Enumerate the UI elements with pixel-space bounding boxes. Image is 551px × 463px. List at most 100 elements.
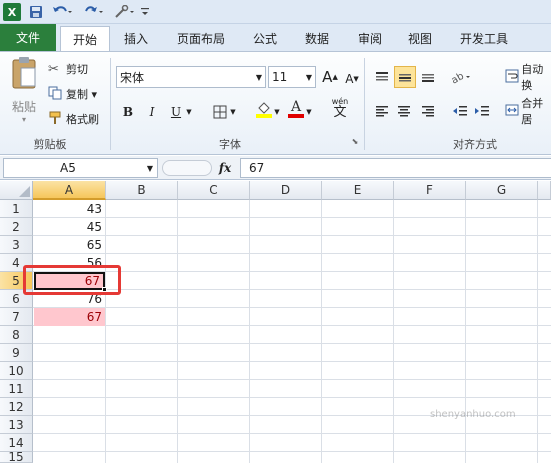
column-header-c[interactable]: C (178, 181, 250, 200)
column-header-d[interactable]: D (250, 181, 322, 200)
cut-button[interactable]: ✂ 剪切 (48, 60, 88, 78)
customize-icon[interactable] (140, 3, 150, 21)
formula-value: 67 (249, 161, 265, 175)
row-header-9[interactable]: 9 (0, 344, 33, 362)
tab-insert[interactable]: 插入 (116, 26, 156, 51)
formula-input[interactable]: 67 (240, 158, 551, 178)
copy-button[interactable]: 复制 ▾ (48, 85, 97, 103)
worksheet-grid[interactable]: A B C D E F G 1 2 3 4 5 6 7 8 9 10 11 12… (0, 181, 551, 463)
fill-color-icon[interactable] (254, 100, 274, 120)
cell-a3[interactable]: 65 (34, 236, 105, 254)
cell-a2[interactable]: 45 (34, 218, 105, 236)
font-size-dropdown[interactable]: 11 ▼ (268, 66, 316, 88)
formula-bar: A5 ▼ fx 67 (0, 156, 551, 180)
column-header-b[interactable]: B (106, 181, 178, 200)
merge-center-button[interactable]: 合并居 (505, 97, 551, 126)
format-painter-button[interactable]: 格式刷 (48, 110, 99, 128)
cut-label: 剪切 (66, 63, 88, 76)
excel-app-icon[interactable]: X (3, 3, 21, 21)
row-header-12[interactable]: 12 (0, 398, 33, 416)
formula-bar-splitter[interactable] (162, 160, 212, 176)
wrap-text-button[interactable]: 自动换 (505, 63, 551, 92)
tab-developer[interactable]: 开发工具 (453, 26, 515, 51)
row-header-3[interactable]: 3 (0, 236, 33, 254)
underline-button[interactable]: U (166, 102, 186, 122)
quick-access-toolbar: X (0, 0, 551, 24)
ribbon: 粘贴 ▾ ✂ 剪切 复制 ▾ 格式刷 剪贴板 宋体 ▼ 11 ▼ A ▲ A ▼ B… (0, 51, 551, 155)
undo-icon[interactable] (50, 3, 74, 21)
orientation-icon[interactable]: ab (448, 67, 474, 87)
row-header-1[interactable]: 1 (0, 200, 33, 218)
paste-icon (12, 57, 36, 89)
name-box[interactable]: A5 ▼ (3, 158, 158, 178)
tab-file[interactable]: 文件 (0, 24, 56, 51)
borders-icon[interactable] (210, 102, 230, 122)
chevron-down-icon: ▼ (305, 72, 312, 82)
align-left-icon[interactable] (372, 101, 392, 121)
cell-a7[interactable]: 67 (34, 308, 105, 326)
paste-button[interactable]: 粘贴 ▾ (6, 56, 42, 126)
copy-icon (48, 86, 66, 103)
font-dialog-launcher-icon[interactable]: ⬊ (350, 136, 360, 146)
font-name-dropdown[interactable]: 宋体 ▼ (116, 66, 266, 88)
italic-button[interactable]: I (142, 102, 162, 122)
row-header-13[interactable]: 13 (0, 416, 33, 434)
column-header-e[interactable]: E (322, 181, 394, 200)
bold-button[interactable]: B (118, 102, 138, 122)
align-right-icon[interactable] (418, 101, 438, 121)
name-box-value: A5 (60, 161, 76, 175)
row-header-2[interactable]: 2 (0, 218, 33, 236)
font-color-icon[interactable]: A (286, 99, 306, 119)
chevron-down-icon: ▼ (146, 163, 153, 173)
format-painter-label: 格式刷 (66, 113, 99, 126)
font-size-value: 11 (272, 70, 288, 84)
row-header-7[interactable]: 7 (0, 308, 33, 326)
cell-a1[interactable]: 43 (34, 200, 105, 218)
format-painter-icon (48, 111, 66, 128)
chevron-down-icon[interactable]: ▼ (304, 102, 314, 122)
column-header-h[interactable] (538, 181, 551, 200)
tools-icon[interactable] (112, 3, 138, 21)
clipboard-group-label: 剪贴板 (33, 138, 67, 151)
watermark: shenyanhuo.com (430, 409, 516, 420)
grow-font-icon[interactable]: A ▲ (320, 67, 340, 87)
tab-page-layout[interactable]: 页面布局 (172, 26, 230, 51)
tab-data[interactable]: 数据 (297, 26, 337, 51)
row-header-15[interactable]: 15 (0, 450, 33, 463)
chevron-down-icon[interactable]: ▼ (228, 102, 238, 122)
row-header-11[interactable]: 11 (0, 380, 33, 398)
row-header-8[interactable]: 8 (0, 326, 33, 344)
tab-review[interactable]: 审阅 (350, 26, 390, 51)
phonetic-icon[interactable]: wén 文 (328, 97, 352, 120)
annotation-highlight-box (23, 265, 121, 295)
font-group-label: 字体 (219, 138, 241, 151)
row-header-10[interactable]: 10 (0, 362, 33, 380)
alignment-group-label: 对齐方式 (453, 138, 497, 151)
svg-text:ab: ab (450, 71, 466, 84)
merge-center-label: 合并居 (521, 97, 544, 126)
ribbon-tabs: 文件 开始 插入 页面布局 公式 数据 审阅 视图 开发工具 (0, 24, 551, 52)
copy-label: 复制 ▾ (66, 88, 98, 101)
chevron-down-icon[interactable]: ▼ (184, 102, 194, 122)
column-header-a[interactable]: A (33, 181, 106, 200)
align-center-icon[interactable] (394, 101, 414, 121)
align-bottom-icon[interactable] (418, 67, 438, 87)
wrap-text-icon (505, 69, 521, 86)
chevron-down-icon[interactable]: ▼ (272, 102, 282, 122)
insert-function-icon[interactable]: fx (214, 159, 236, 177)
column-header-f[interactable]: F (394, 181, 466, 200)
increase-indent-icon[interactable] (472, 101, 492, 121)
scissors-icon: ✂ (48, 61, 59, 77)
align-top-icon[interactable] (372, 67, 392, 87)
align-middle-icon[interactable] (394, 66, 416, 88)
save-icon[interactable] (28, 3, 44, 21)
select-all-corner[interactable] (0, 181, 33, 200)
tab-formulas[interactable]: 公式 (245, 26, 285, 51)
chevron-down-icon: ▼ (255, 72, 262, 82)
tab-view[interactable]: 视图 (400, 26, 440, 51)
shrink-font-icon[interactable]: A ▼ (342, 69, 362, 89)
tab-home[interactable]: 开始 (60, 26, 110, 52)
column-header-g[interactable]: G (466, 181, 538, 200)
decrease-indent-icon[interactable] (450, 101, 470, 121)
redo-icon[interactable] (82, 3, 106, 21)
